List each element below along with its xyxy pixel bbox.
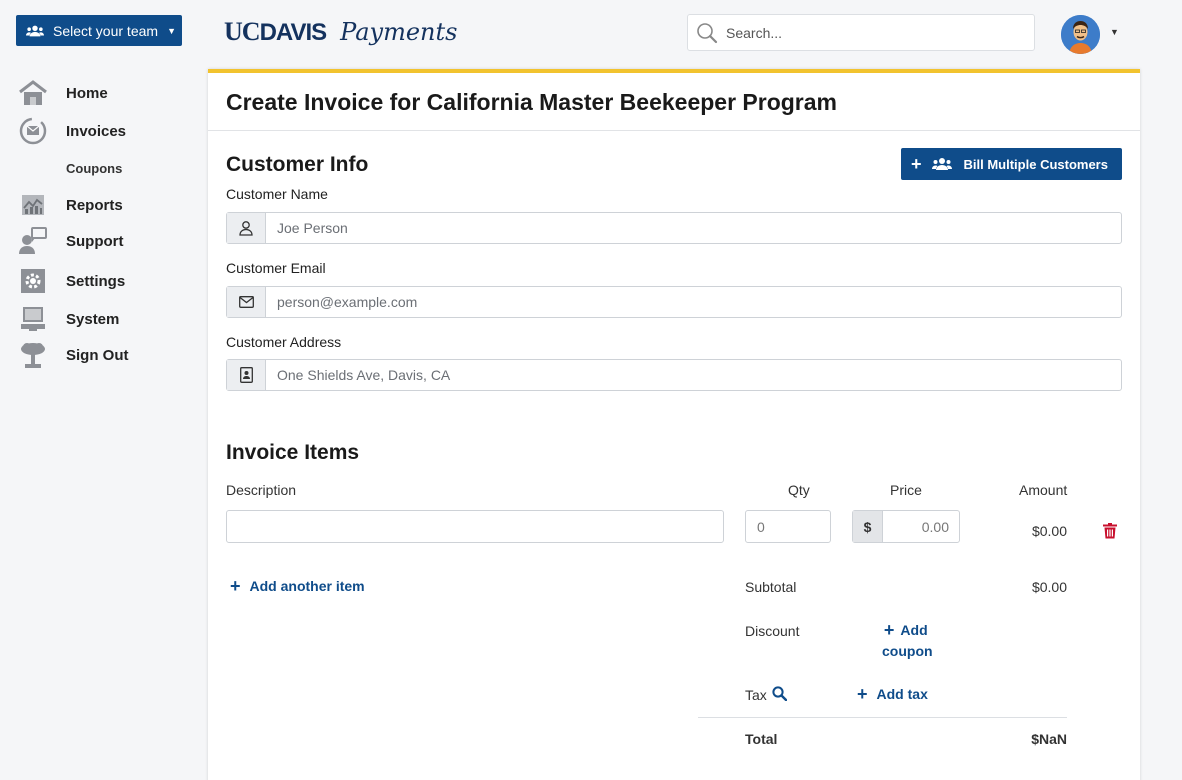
customer-email-label: Customer Email bbox=[226, 260, 326, 276]
add-another-item-button[interactable]: + Add another item bbox=[230, 576, 365, 597]
total-divider bbox=[698, 717, 1067, 718]
subtotal-label: Subtotal bbox=[745, 579, 797, 595]
sidebar-item-label: Reports bbox=[66, 196, 123, 214]
address-book-icon bbox=[227, 360, 266, 390]
customer-address-label: Customer Address bbox=[226, 334, 342, 350]
sidebar-item-support[interactable]: Support bbox=[18, 227, 124, 255]
user-icon bbox=[227, 213, 266, 243]
item-description-input[interactable] bbox=[226, 510, 724, 543]
sidebar-item-label: Settings bbox=[66, 272, 126, 290]
customer-address-group bbox=[226, 359, 1122, 391]
envelope-icon bbox=[227, 287, 266, 317]
total-value: $NaN bbox=[1031, 731, 1067, 747]
ucdavis-payments-logo[interactable]: UC DAVIS Payments bbox=[224, 17, 457, 47]
item-price-input[interactable]: 0.00 bbox=[883, 511, 959, 542]
select-team-button[interactable]: Select your team ▼ bbox=[16, 15, 182, 46]
logo-product: Payments bbox=[340, 18, 458, 46]
page-title: Create Invoice for California Master Bee… bbox=[226, 89, 838, 115]
bill-multiple-customers-button[interactable]: + Bill Multiple Customers bbox=[901, 148, 1122, 180]
sidebar-item-label: Support bbox=[66, 232, 124, 250]
sidebar-item-label: Home bbox=[66, 84, 108, 102]
support-icon bbox=[18, 227, 48, 255]
reports-icon bbox=[18, 191, 48, 219]
plus-icon: + bbox=[230, 576, 241, 596]
currency-addon: $ bbox=[853, 511, 883, 542]
system-icon bbox=[18, 305, 48, 333]
plus-icon: + bbox=[883, 620, 895, 640]
trash-icon[interactable] bbox=[1103, 523, 1117, 539]
plus-icon: + bbox=[857, 684, 868, 704]
tax-label: Tax bbox=[745, 687, 767, 703]
customer-name-input[interactable] bbox=[266, 213, 1121, 243]
add-coupon-button[interactable]: + Add coupon bbox=[879, 620, 933, 662]
add-tax-label: Add tax bbox=[876, 686, 928, 702]
add-coupon-line2: coupon bbox=[882, 643, 933, 659]
customer-name-label: Customer Name bbox=[226, 186, 328, 202]
avatar[interactable] bbox=[1061, 15, 1100, 54]
users-icon bbox=[931, 158, 952, 170]
customer-name-group bbox=[226, 212, 1122, 244]
search-icon bbox=[697, 22, 718, 43]
sidebar-item-invoices[interactable]: Invoices bbox=[18, 117, 126, 145]
sidebar-item-coupons[interactable]: Coupons bbox=[66, 161, 122, 176]
home-icon bbox=[18, 79, 48, 107]
tax-search-icon[interactable] bbox=[772, 686, 787, 701]
user-avatar-icon bbox=[1061, 15, 1100, 54]
customer-info-heading: Customer Info bbox=[226, 153, 369, 176]
chevron-down-icon: ▼ bbox=[167, 25, 176, 36]
item-qty-input[interactable]: 0 bbox=[745, 510, 831, 543]
item-price-group[interactable]: $ 0.00 bbox=[852, 510, 960, 543]
add-tax-button[interactable]: + Add tax bbox=[857, 684, 928, 705]
plus-icon: + bbox=[911, 153, 922, 174]
discount-label: Discount bbox=[745, 623, 800, 639]
invoices-icon bbox=[18, 117, 48, 145]
subtotal-value: $0.00 bbox=[1031, 579, 1067, 595]
logo-uc: UC bbox=[224, 17, 261, 46]
sign-out-icon bbox=[18, 341, 48, 369]
price-column-header: Price bbox=[890, 482, 922, 498]
description-column-header: Description bbox=[226, 482, 297, 498]
sidebar-item-label: Sign Out bbox=[66, 346, 129, 364]
invoice-items-heading: Invoice Items bbox=[226, 441, 360, 464]
invoice-card: Create Invoice for California Master Bee… bbox=[208, 69, 1140, 780]
sidebar-item-sign-out[interactable]: Sign Out bbox=[18, 341, 129, 369]
qty-column-header: Qty bbox=[788, 482, 810, 498]
title-divider bbox=[208, 130, 1140, 131]
settings-icon bbox=[18, 267, 48, 295]
customer-email-input[interactable] bbox=[266, 287, 1121, 317]
search-input[interactable] bbox=[726, 24, 1016, 41]
sidebar-item-system[interactable]: System bbox=[18, 305, 119, 333]
sidebar-item-label: Invoices bbox=[66, 122, 127, 140]
amount-column-header: Amount bbox=[1019, 482, 1068, 498]
item-amount: $0.00 bbox=[1031, 523, 1067, 539]
search-box[interactable] bbox=[687, 14, 1035, 51]
customer-address-input[interactable] bbox=[266, 360, 1121, 390]
avatar-chevron-down-icon[interactable]: ▼ bbox=[1110, 27, 1119, 37]
logo-davis: DAVIS bbox=[259, 19, 328, 46]
total-label: Total bbox=[745, 731, 778, 747]
users-icon bbox=[26, 25, 44, 36]
sidebar-item-label: System bbox=[66, 310, 120, 328]
team-button-label: Select your team bbox=[53, 22, 159, 39]
add-item-label: Add another item bbox=[249, 578, 365, 594]
add-coupon-line1: Add bbox=[900, 622, 928, 638]
bill-multiple-label: Bill Multiple Customers bbox=[963, 156, 1108, 172]
sidebar-item-reports[interactable]: Reports bbox=[18, 191, 123, 219]
customer-email-group bbox=[226, 286, 1122, 318]
sidebar-item-settings[interactable]: Settings bbox=[18, 267, 125, 295]
sidebar-item-home[interactable]: Home bbox=[18, 79, 108, 107]
